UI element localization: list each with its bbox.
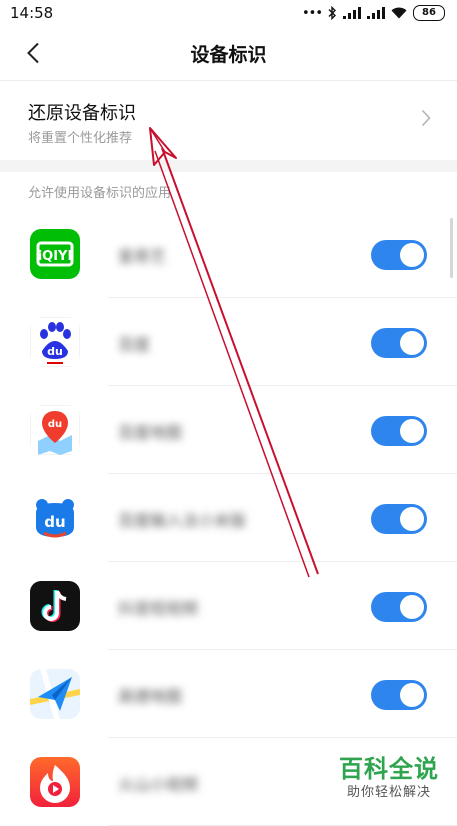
baidu-map-app-icon: du bbox=[30, 405, 80, 455]
list-item: 高德地图 bbox=[0, 650, 457, 738]
signal-icon bbox=[343, 7, 361, 19]
battery-icon: 86 bbox=[413, 5, 445, 21]
chevron-left-icon bbox=[27, 42, 39, 64]
bluetooth-icon bbox=[328, 6, 336, 20]
chevron-right-icon bbox=[421, 109, 431, 127]
app-name: 百度地图 bbox=[118, 423, 183, 442]
status-time: 14:58 bbox=[10, 4, 54, 22]
svg-text:du: du bbox=[44, 513, 65, 531]
status-icons: ••• 86 bbox=[302, 5, 445, 21]
baidu-app-icon: du bbox=[30, 317, 80, 367]
douyin-app-icon bbox=[30, 581, 80, 631]
app-permission-toggle[interactable] bbox=[371, 328, 427, 358]
watermark-subtitle: 助你轻松解决 bbox=[346, 785, 431, 800]
amap-app-icon bbox=[30, 669, 80, 719]
page-title: 设备标识 bbox=[190, 43, 267, 66]
app-name: 百度 bbox=[118, 335, 151, 354]
section-divider bbox=[0, 160, 457, 172]
app-permission-toggle[interactable] bbox=[371, 504, 427, 534]
scrollbar[interactable] bbox=[450, 218, 453, 278]
app-permission-toggle[interactable] bbox=[371, 680, 427, 710]
toggle-knob bbox=[400, 595, 424, 619]
app-name: 火山小视频 bbox=[118, 775, 199, 794]
watermark-title: 百科全说 bbox=[339, 755, 439, 783]
reset-subtitle: 将重置个性化推荐 bbox=[28, 131, 133, 146]
toggle-knob bbox=[400, 243, 424, 267]
app-name: 爱奇艺 bbox=[118, 247, 167, 266]
list-item: 抖音短视频 bbox=[0, 562, 457, 650]
app-list: iQIYI 爱奇艺 du 百度 du 百度地图 du 百度输入法小米版 抖音短视… bbox=[0, 210, 457, 826]
toggle-knob bbox=[400, 331, 424, 355]
app-name: 百度输入法小米版 bbox=[118, 511, 247, 530]
app-permission-toggle[interactable] bbox=[371, 240, 427, 270]
app-permission-toggle[interactable] bbox=[371, 416, 427, 446]
list-item: iQIYI 爱奇艺 bbox=[0, 210, 457, 298]
app-name: 抖音短视频 bbox=[118, 599, 199, 618]
huoshan-app-icon bbox=[30, 757, 80, 807]
list-item: du 百度地图 bbox=[0, 386, 457, 474]
section-header: 允许使用设备标识的应用 bbox=[28, 186, 172, 201]
svg-text:du: du bbox=[47, 345, 63, 358]
reset-title: 还原设备标识 bbox=[28, 103, 136, 124]
reset-device-id-row[interactable]: 还原设备标识 将重置个性化推荐 bbox=[0, 81, 457, 160]
baidu-input-app-icon: du bbox=[30, 493, 80, 543]
app-name: 高德地图 bbox=[118, 687, 183, 706]
app-permission-toggle[interactable] bbox=[371, 592, 427, 622]
toggle-knob bbox=[400, 683, 424, 707]
status-bar: 14:58 ••• 86 bbox=[0, 0, 457, 26]
iqiyi-app-icon: iQIYI bbox=[30, 229, 80, 279]
notification-dots: ••• bbox=[301, 5, 323, 21]
list-item: du 百度输入法小米版 bbox=[0, 474, 457, 562]
svg-text:iQIYI: iQIYI bbox=[38, 249, 73, 264]
toggle-knob bbox=[400, 419, 424, 443]
signal-icon bbox=[367, 7, 385, 19]
svg-text:du: du bbox=[48, 419, 62, 430]
back-button[interactable] bbox=[18, 38, 48, 68]
list-item: du 百度 bbox=[0, 298, 457, 386]
wifi-icon bbox=[391, 7, 407, 19]
watermark-logo: 百科全说 助你轻松解决 bbox=[330, 754, 448, 806]
nav-bar: 设备标识 bbox=[0, 26, 457, 81]
toggle-knob bbox=[400, 507, 424, 531]
